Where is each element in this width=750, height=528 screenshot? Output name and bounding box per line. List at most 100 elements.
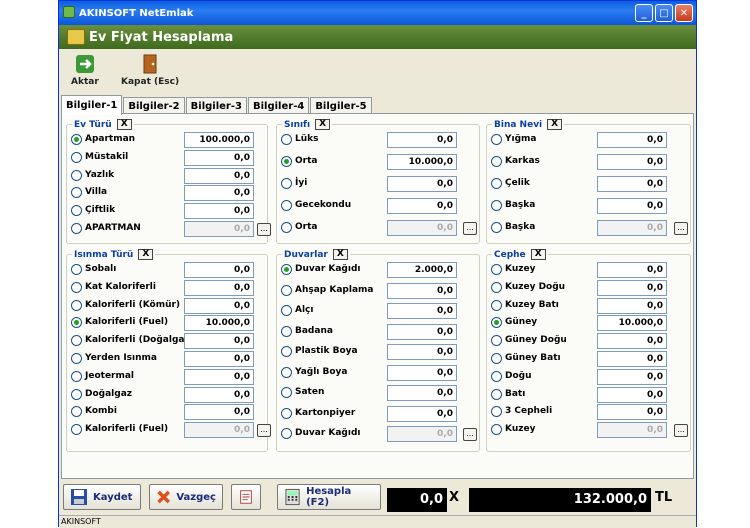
option-radio[interactable]: [491, 200, 502, 211]
option-value-input[interactable]: 0,0: [597, 297, 667, 314]
option-value-input[interactable]: 0,0: [387, 405, 457, 422]
option-radio[interactable]: [281, 387, 292, 398]
option-radio[interactable]: [491, 353, 502, 364]
option-radio[interactable]: [281, 366, 292, 378]
clear-group-button[interactable]: X: [547, 119, 563, 130]
clear-group-button[interactable]: X: [138, 249, 154, 260]
option-radio[interactable]: [71, 406, 82, 418]
option-value-input[interactable]: 0,0: [184, 167, 254, 184]
option-value-input[interactable]: 0,0: [387, 176, 457, 192]
option-value-input[interactable]: 0,0: [184, 297, 254, 314]
aktar-button[interactable]: Aktar: [71, 53, 99, 87]
option-radio[interactable]: [491, 299, 502, 311]
option-radio[interactable]: [281, 284, 292, 296]
option-radio[interactable]: [491, 156, 502, 167]
option-value-input[interactable]: 0,0: [597, 386, 667, 403]
option-value-input[interactable]: 0,0: [597, 198, 667, 214]
option-radio[interactable]: [281, 134, 292, 145]
hesapla-button[interactable]: Hesapla (F2): [277, 484, 381, 510]
option-radio[interactable]: [281, 156, 292, 167]
option-value-input[interactable]: 0,0: [597, 132, 667, 148]
option-value-input[interactable]: 0,0: [597, 333, 667, 350]
browse-button[interactable]: ...: [257, 424, 271, 438]
option-value-input[interactable]: 0,0: [184, 351, 254, 367]
clear-group-button[interactable]: X: [116, 119, 132, 130]
kapat-button[interactable]: Kapat (Esc): [121, 53, 179, 87]
tab-bilgiler-1[interactable]: Bilgiler-1: [61, 95, 123, 115]
option-value-input[interactable]: 10.000,0: [597, 315, 667, 332]
option-radio[interactable]: [71, 299, 82, 311]
option-radio[interactable]: [491, 424, 502, 436]
option-radio[interactable]: [281, 305, 292, 316]
option-value-input[interactable]: 0,0: [597, 351, 667, 367]
browse-button[interactable]: ...: [674, 424, 688, 438]
option-radio[interactable]: [71, 151, 82, 163]
option-radio[interactable]: [491, 370, 502, 382]
option-value-input[interactable]: 0,0: [184, 404, 254, 421]
option-radio[interactable]: [71, 134, 82, 145]
option-value-input[interactable]: 0,0: [387, 303, 457, 319]
option-radio[interactable]: [71, 205, 82, 217]
option-radio[interactable]: [71, 187, 82, 199]
option-radio[interactable]: [281, 428, 292, 439]
option-radio[interactable]: [281, 178, 292, 189]
minimize-button[interactable]: _: [635, 4, 653, 22]
report-button[interactable]: [231, 484, 261, 510]
option-radio[interactable]: [71, 281, 82, 293]
option-radio[interactable]: [71, 317, 82, 329]
option-radio[interactable]: [71, 353, 82, 364]
kaydet-button[interactable]: Kaydet: [63, 484, 141, 510]
option-value-input[interactable]: 0,0: [184, 203, 254, 220]
option-radio[interactable]: [71, 335, 82, 347]
close-button[interactable]: ✕: [675, 4, 693, 22]
clear-group-button[interactable]: X: [530, 249, 546, 260]
option-value-input[interactable]: 10.000,0: [387, 154, 457, 170]
option-radio[interactable]: [71, 223, 82, 234]
option-radio[interactable]: [491, 134, 502, 145]
option-value-input[interactable]: 0,0: [597, 176, 667, 192]
option-value-input[interactable]: 0,0: [387, 364, 457, 381]
option-radio[interactable]: [281, 407, 292, 419]
option-value-input[interactable]: 0,0: [597, 368, 667, 385]
option-value-input[interactable]: 0,0: [387, 132, 457, 148]
browse-button[interactable]: ...: [674, 222, 688, 235]
option-value-input[interactable]: 0,0: [597, 404, 667, 421]
browse-button[interactable]: ...: [463, 428, 477, 441]
clear-group-button[interactable]: X: [332, 249, 348, 260]
option-value-input[interactable]: 0,0: [184, 149, 254, 166]
option-radio[interactable]: [71, 264, 82, 275]
option-value-input[interactable]: 0,0: [387, 385, 457, 401]
clear-group-button[interactable]: X: [315, 119, 331, 130]
option-radio[interactable]: [281, 264, 292, 275]
vazgec-button[interactable]: Vazgeç: [149, 484, 223, 510]
option-radio[interactable]: [281, 346, 292, 357]
option-radio[interactable]: [491, 388, 502, 400]
option-radio[interactable]: [71, 388, 82, 400]
browse-button[interactable]: ...: [463, 222, 477, 235]
option-value-input[interactable]: 0,0: [184, 262, 254, 278]
option-value-input[interactable]: 0,0: [387, 198, 457, 214]
option-value-input[interactable]: 10.000,0: [184, 315, 254, 332]
option-radio[interactable]: [491, 317, 502, 329]
option-value-input[interactable]: 0,0: [597, 262, 667, 278]
option-radio[interactable]: [491, 281, 502, 293]
option-radio[interactable]: [281, 200, 292, 211]
option-radio[interactable]: [491, 335, 502, 347]
maximize-button[interactable]: □: [655, 4, 673, 22]
option-value-input[interactable]: 0,0: [184, 333, 254, 350]
option-radio[interactable]: [491, 222, 502, 233]
option-value-input[interactable]: 0,0: [184, 279, 254, 296]
option-value-input[interactable]: 2.000,0: [387, 262, 457, 278]
option-radio[interactable]: [71, 370, 82, 382]
option-value-input[interactable]: 0,0: [387, 282, 457, 299]
option-radio[interactable]: [491, 264, 502, 275]
option-radio[interactable]: [491, 178, 502, 189]
option-value-input[interactable]: 0,0: [184, 368, 254, 385]
browse-button[interactable]: ...: [257, 223, 271, 236]
option-value-input[interactable]: 0,0: [184, 386, 254, 403]
option-radio[interactable]: [71, 424, 82, 436]
option-value-input[interactable]: 0,0: [597, 154, 667, 170]
option-value-input[interactable]: 0,0: [184, 185, 254, 202]
option-value-input[interactable]: 0,0: [387, 323, 457, 340]
option-value-input[interactable]: 0,0: [387, 344, 457, 360]
